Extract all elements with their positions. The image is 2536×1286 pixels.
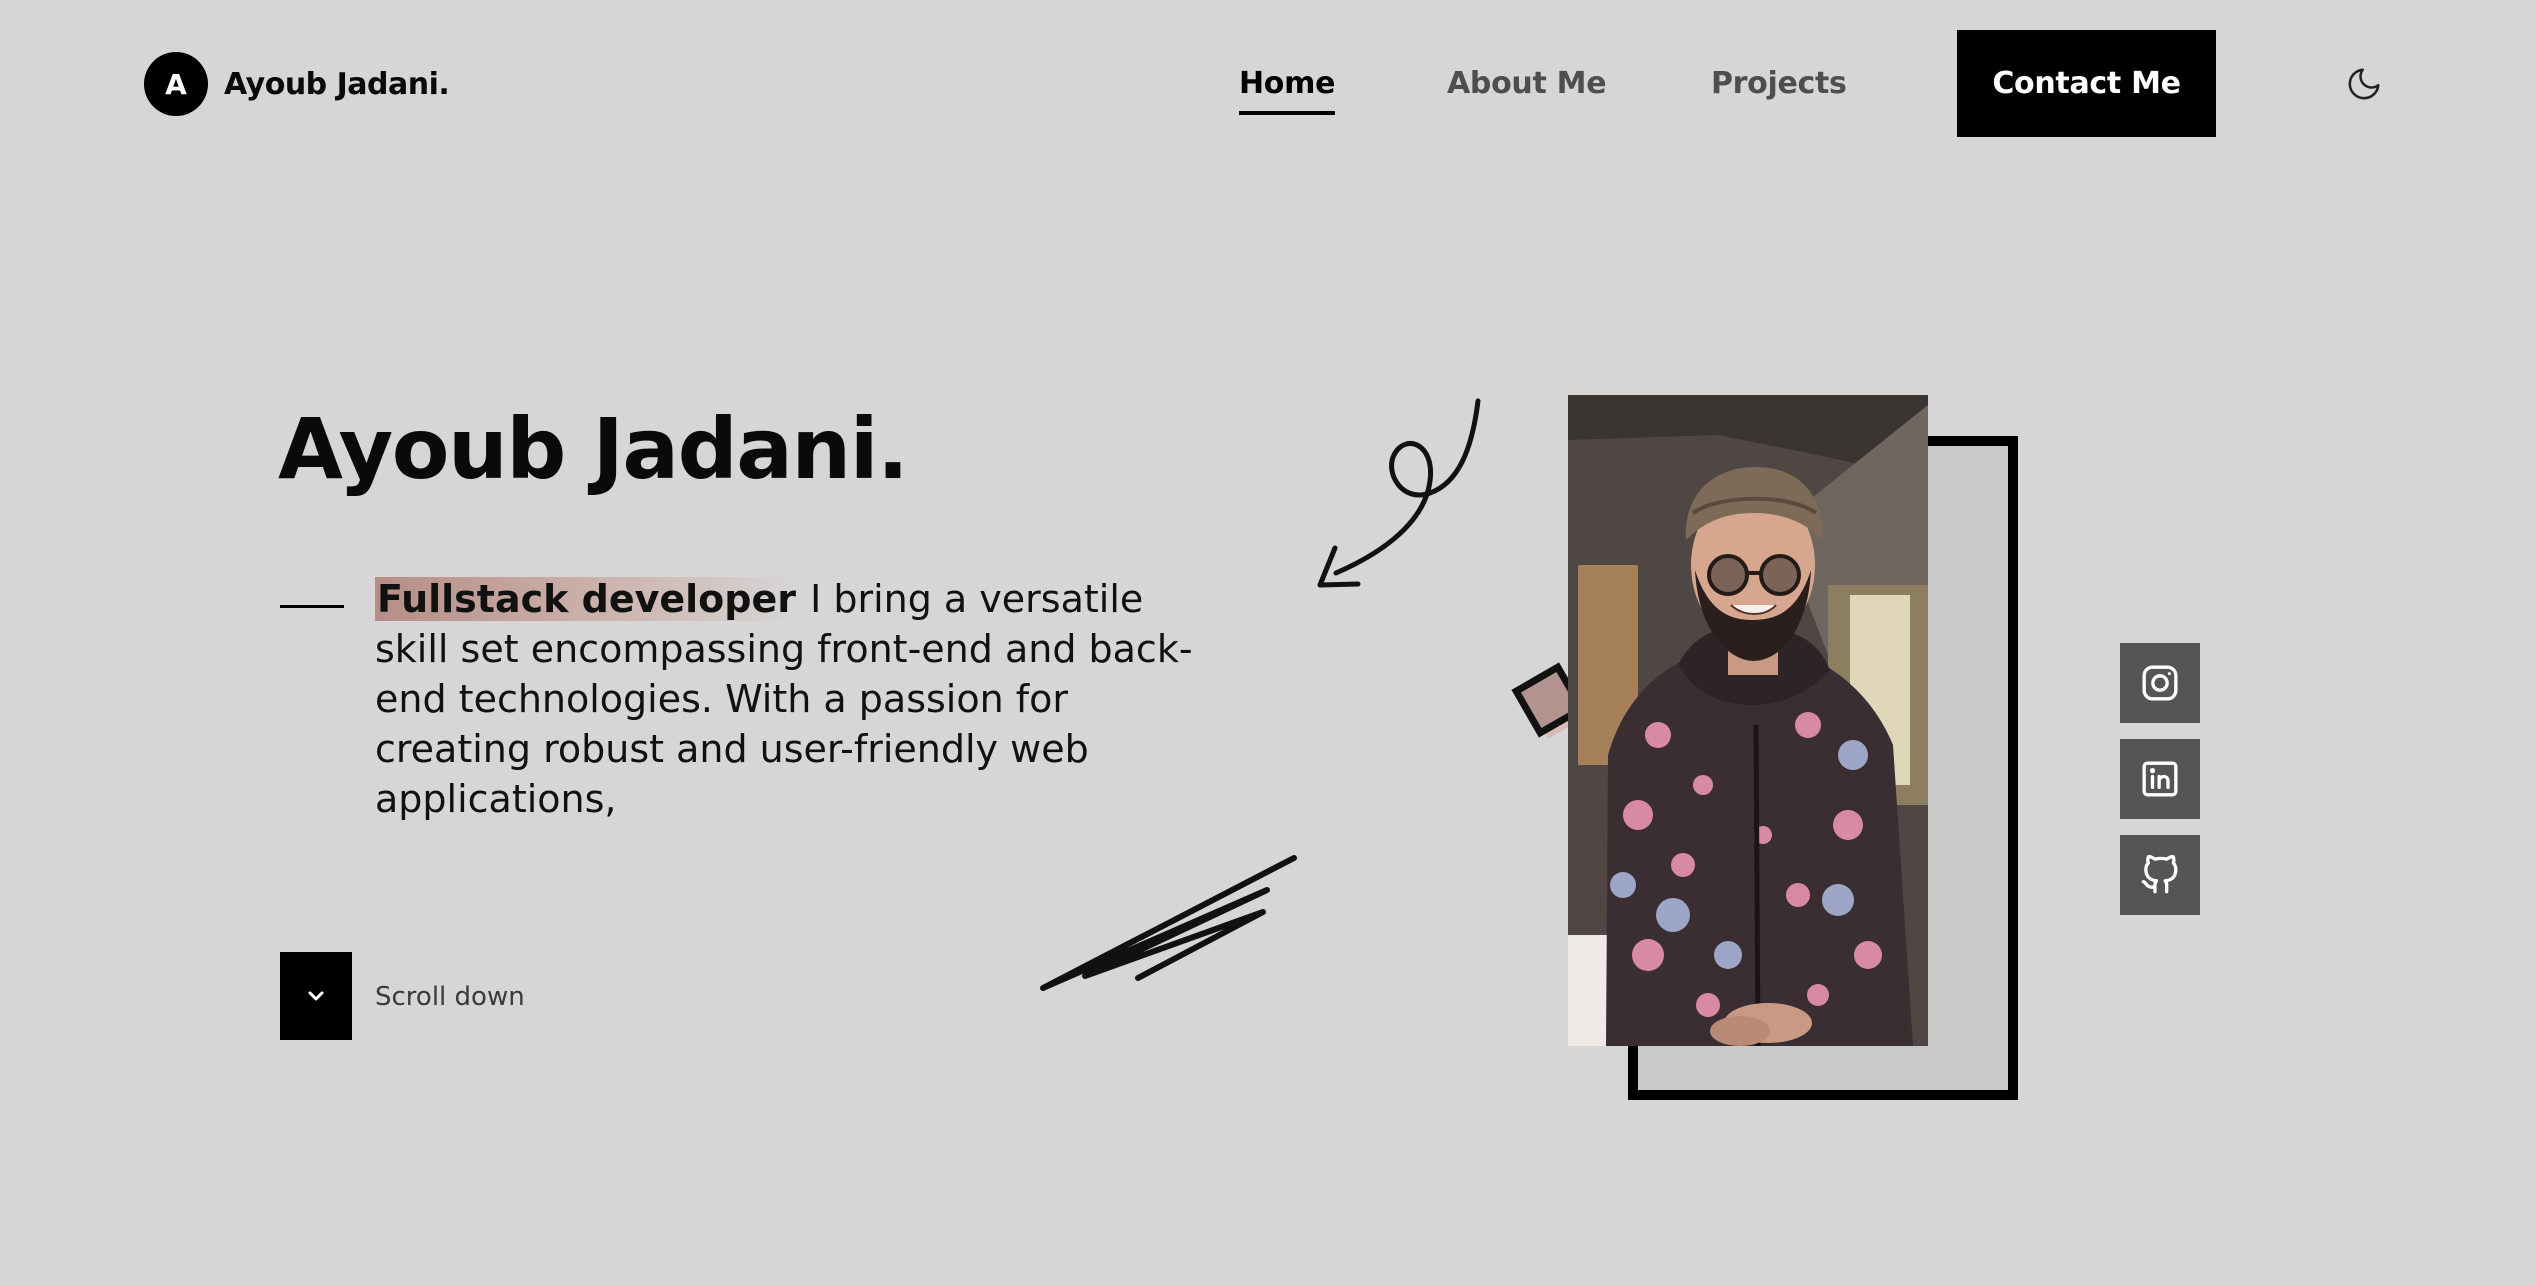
contact-me-button[interactable]: Contact Me bbox=[1957, 30, 2216, 137]
github-link[interactable] bbox=[2120, 835, 2200, 915]
scribble-doodle bbox=[1040, 855, 1297, 991]
instagram-icon bbox=[2142, 665, 2178, 701]
hero-description: Fullstack developer I bring a versatile … bbox=[375, 574, 1195, 824]
linkedin-link[interactable] bbox=[2120, 739, 2200, 819]
github-icon bbox=[2141, 855, 2178, 894]
linkedin-icon bbox=[2142, 761, 2178, 797]
brand-logo[interactable]: A Ayoub Jadani. bbox=[144, 52, 450, 116]
nav-about-me[interactable]: About Me bbox=[1447, 66, 1607, 101]
profile-photo bbox=[1568, 395, 1928, 1046]
scroll-down-label: Scroll down bbox=[375, 982, 525, 1012]
brand-name: Ayoub Jadani. bbox=[224, 66, 450, 102]
decorative-dash bbox=[280, 605, 344, 608]
instagram-link[interactable] bbox=[2120, 643, 2200, 723]
hero-title: Ayoub Jadani. bbox=[278, 400, 909, 498]
nav-projects[interactable]: Projects bbox=[1711, 66, 1847, 101]
nav-home[interactable]: Home bbox=[1239, 66, 1335, 115]
logo-avatar: A bbox=[144, 52, 208, 116]
curly-arrow-doodle bbox=[1317, 398, 1481, 588]
scroll-down-button[interactable] bbox=[280, 952, 352, 1040]
chevron-down-icon bbox=[308, 991, 324, 1001]
role-highlight: Fullstack developer bbox=[375, 577, 798, 621]
moon-icon[interactable] bbox=[2345, 65, 2383, 103]
